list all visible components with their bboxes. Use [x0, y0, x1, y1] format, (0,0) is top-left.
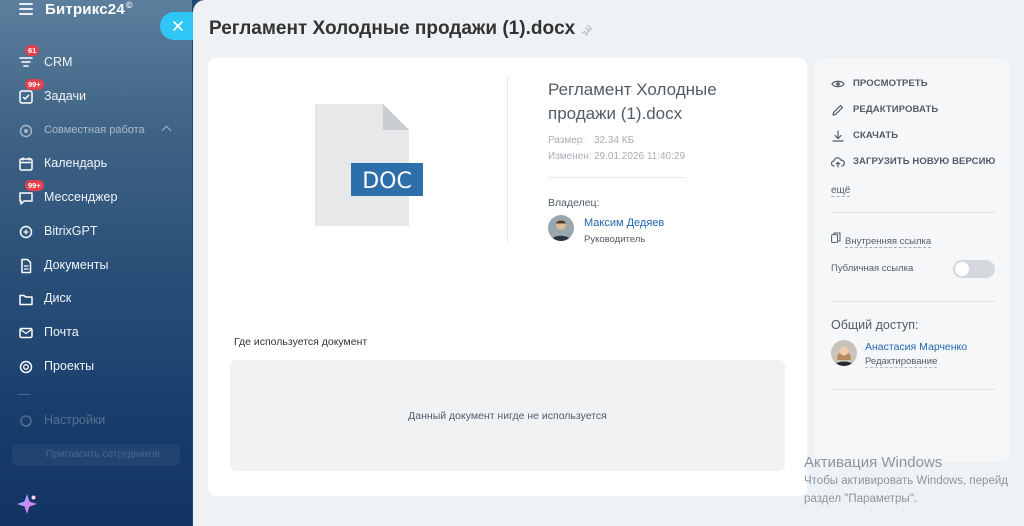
watermark-line1: Чтобы активировать Windows, перейд — [804, 475, 1008, 487]
page-title: Регламент Холодные продажи (1).docx — [209, 18, 576, 39]
watermark-title: Активация Windows — [804, 454, 943, 471]
file-name: Регламент Холодные продажи (1).docx — [548, 80, 717, 123]
internal-link-label: Внутренняя ссылка — [845, 236, 932, 248]
app-logo[interactable]: Битрикс24© — [45, 0, 133, 18]
sidebar-item-documents[interactable]: Документы — [0, 254, 192, 278]
usage-label: Где используется документ — [234, 336, 368, 348]
file-size-row: Размер: 32.34 КБ — [548, 135, 634, 146]
sidebar-item-label: Почта — [44, 325, 79, 339]
projects-icon — [19, 360, 33, 374]
sidebar-item-label: Календарь — [44, 156, 108, 170]
sidebar-item-label: Настройки — [44, 413, 106, 427]
sidebar-item-mail[interactable]: Почта — [0, 321, 192, 345]
eye-icon — [831, 80, 845, 88]
sidebar-item-label: Проекты — [44, 359, 95, 373]
ai-assistant-icon[interactable] — [15, 492, 39, 516]
usage-box: Данный документ нигде не используется — [230, 360, 785, 471]
invite-button-label: Пригласить сотрудников — [46, 449, 160, 460]
doc-file-icon: DOC — [315, 104, 423, 226]
owner-name-link[interactable]: Максим Дедяев — [584, 217, 664, 229]
windows-activation-watermark: Активация Windows Чтобы активировать Win… — [804, 454, 1008, 507]
edit-label: РЕДАКТИРОВАТЬ — [853, 104, 939, 115]
sidebar-item-tasks[interactable]: 99+ Задачи — [0, 79, 192, 109]
shared-user-name-link[interactable]: Анастасия Марченко — [865, 341, 967, 353]
public-link-label: Публичная ссылка — [831, 263, 914, 274]
invite-button[interactable]: Пригласить сотрудников — [12, 444, 180, 466]
owner-avatar[interactable] — [548, 215, 574, 241]
internal-link[interactable]: Внутренняя ссылка — [831, 231, 932, 249]
sidebar-item-label: CRM — [44, 55, 73, 69]
mail-icon — [19, 327, 33, 339]
download-label: СКАЧАТЬ — [853, 130, 899, 141]
logo-mark: © — [125, 0, 133, 10]
side-divider — [831, 212, 995, 213]
upload-label: ЗАГРУЗИТЬ НОВУЮ ВЕРСИЮ — [853, 156, 996, 167]
crm-funnel-icon — [19, 57, 33, 67]
owner-label: Владелец: — [548, 197, 600, 209]
usage-empty-text: Данный документ нигде не используется — [408, 410, 607, 422]
sidebar-item-label: BitrixGPT — [44, 224, 98, 238]
size-value: 32.34 КБ — [594, 135, 635, 146]
side-divider — [831, 301, 995, 302]
documents-icon — [21, 258, 32, 274]
owner-role: Руководитель — [584, 234, 646, 245]
shared-user-avatar[interactable] — [831, 340, 857, 366]
sidebar-item-label: Документы — [44, 258, 109, 272]
shared-user-permission[interactable]: Редактирование — [865, 356, 938, 368]
doc-type-label: DOC — [362, 169, 412, 194]
document-info-card: DOC Регламент Холодные продажи (1).docx … — [208, 58, 807, 496]
shared-access-label: Общий доступ: — [831, 318, 919, 332]
logo-text: Битрикс24 — [45, 1, 125, 18]
crm-badge: 61 — [25, 45, 40, 56]
download-icon — [832, 130, 844, 142]
tasks-checkbox-icon — [19, 90, 33, 104]
sidebar-item-projects[interactable]: Проекты — [0, 355, 192, 379]
side-divider — [831, 389, 995, 390]
file-modified-row: Изменен: 29.01.2026 11:40:29 — [548, 151, 685, 162]
sidebar-item-label: Диск — [44, 291, 72, 305]
public-link-toggle[interactable] — [953, 260, 995, 278]
chevron-up-icon[interactable] — [161, 125, 172, 136]
sidebar-item-collab[interactable]: Совместная работа — [0, 119, 192, 143]
bitrixgpt-icon — [19, 225, 33, 239]
settings-icon — [20, 415, 32, 427]
card-divider — [507, 76, 508, 243]
close-icon — [173, 21, 183, 31]
meta-separator — [548, 177, 686, 178]
tasks-badge: 99+ — [25, 79, 44, 90]
cloud-upload-icon — [831, 157, 845, 168]
modified-label: Изменен: — [548, 151, 592, 162]
collab-icon — [19, 124, 33, 138]
sidebar-item-label: Мессенджер — [44, 190, 118, 204]
sidebar-item-label: Задачи — [44, 89, 86, 103]
pin-icon[interactable] — [581, 24, 593, 36]
messenger-icon — [19, 192, 33, 205]
toggle-knob — [955, 262, 969, 276]
size-label: Размер: — [548, 135, 586, 146]
modified-value: 29.01.2026 11:40:29 — [594, 151, 686, 162]
view-label: ПРОСМОТРЕТЬ — [853, 78, 928, 89]
sidebar-item-crm[interactable]: 61 CRM — [0, 45, 192, 75]
sidebar-item-label: Совместная работа — [44, 124, 145, 136]
sidebar-item-messenger[interactable]: 99+ Мессенджер — [0, 180, 192, 210]
sidebar-item-disk[interactable]: Диск — [0, 287, 192, 311]
sidebar-item-calendar[interactable]: Календарь — [0, 152, 192, 176]
left-sidebar: Битрикс24© 61 CRM 99+ Задачи Совместная … — [0, 0, 192, 526]
more-link[interactable]: ещё — [831, 185, 851, 197]
watermark-line2: раздел "Параметры". — [804, 493, 917, 505]
document-slider-panel: Регламент Холодные продажи (1).docx DOC … — [193, 0, 1024, 526]
messenger-badge: 99+ — [25, 180, 44, 191]
disk-icon — [19, 294, 33, 306]
actions-card: ПРОСМОТРЕТЬ РЕДАКТИРОВАТЬ СКАЧАТЬ ЗАГРУЗ… — [815, 58, 1009, 462]
pencil-icon — [832, 104, 844, 116]
menu-burger-icon[interactable] — [19, 3, 33, 15]
copy-icon — [831, 232, 841, 243]
sidebar-item-bitrixgpt[interactable]: BitrixGPT — [0, 220, 192, 244]
calendar-icon — [19, 157, 33, 171]
sidebar-divider — [18, 394, 30, 395]
sidebar-item-settings[interactable]: Настройки — [0, 409, 192, 433]
